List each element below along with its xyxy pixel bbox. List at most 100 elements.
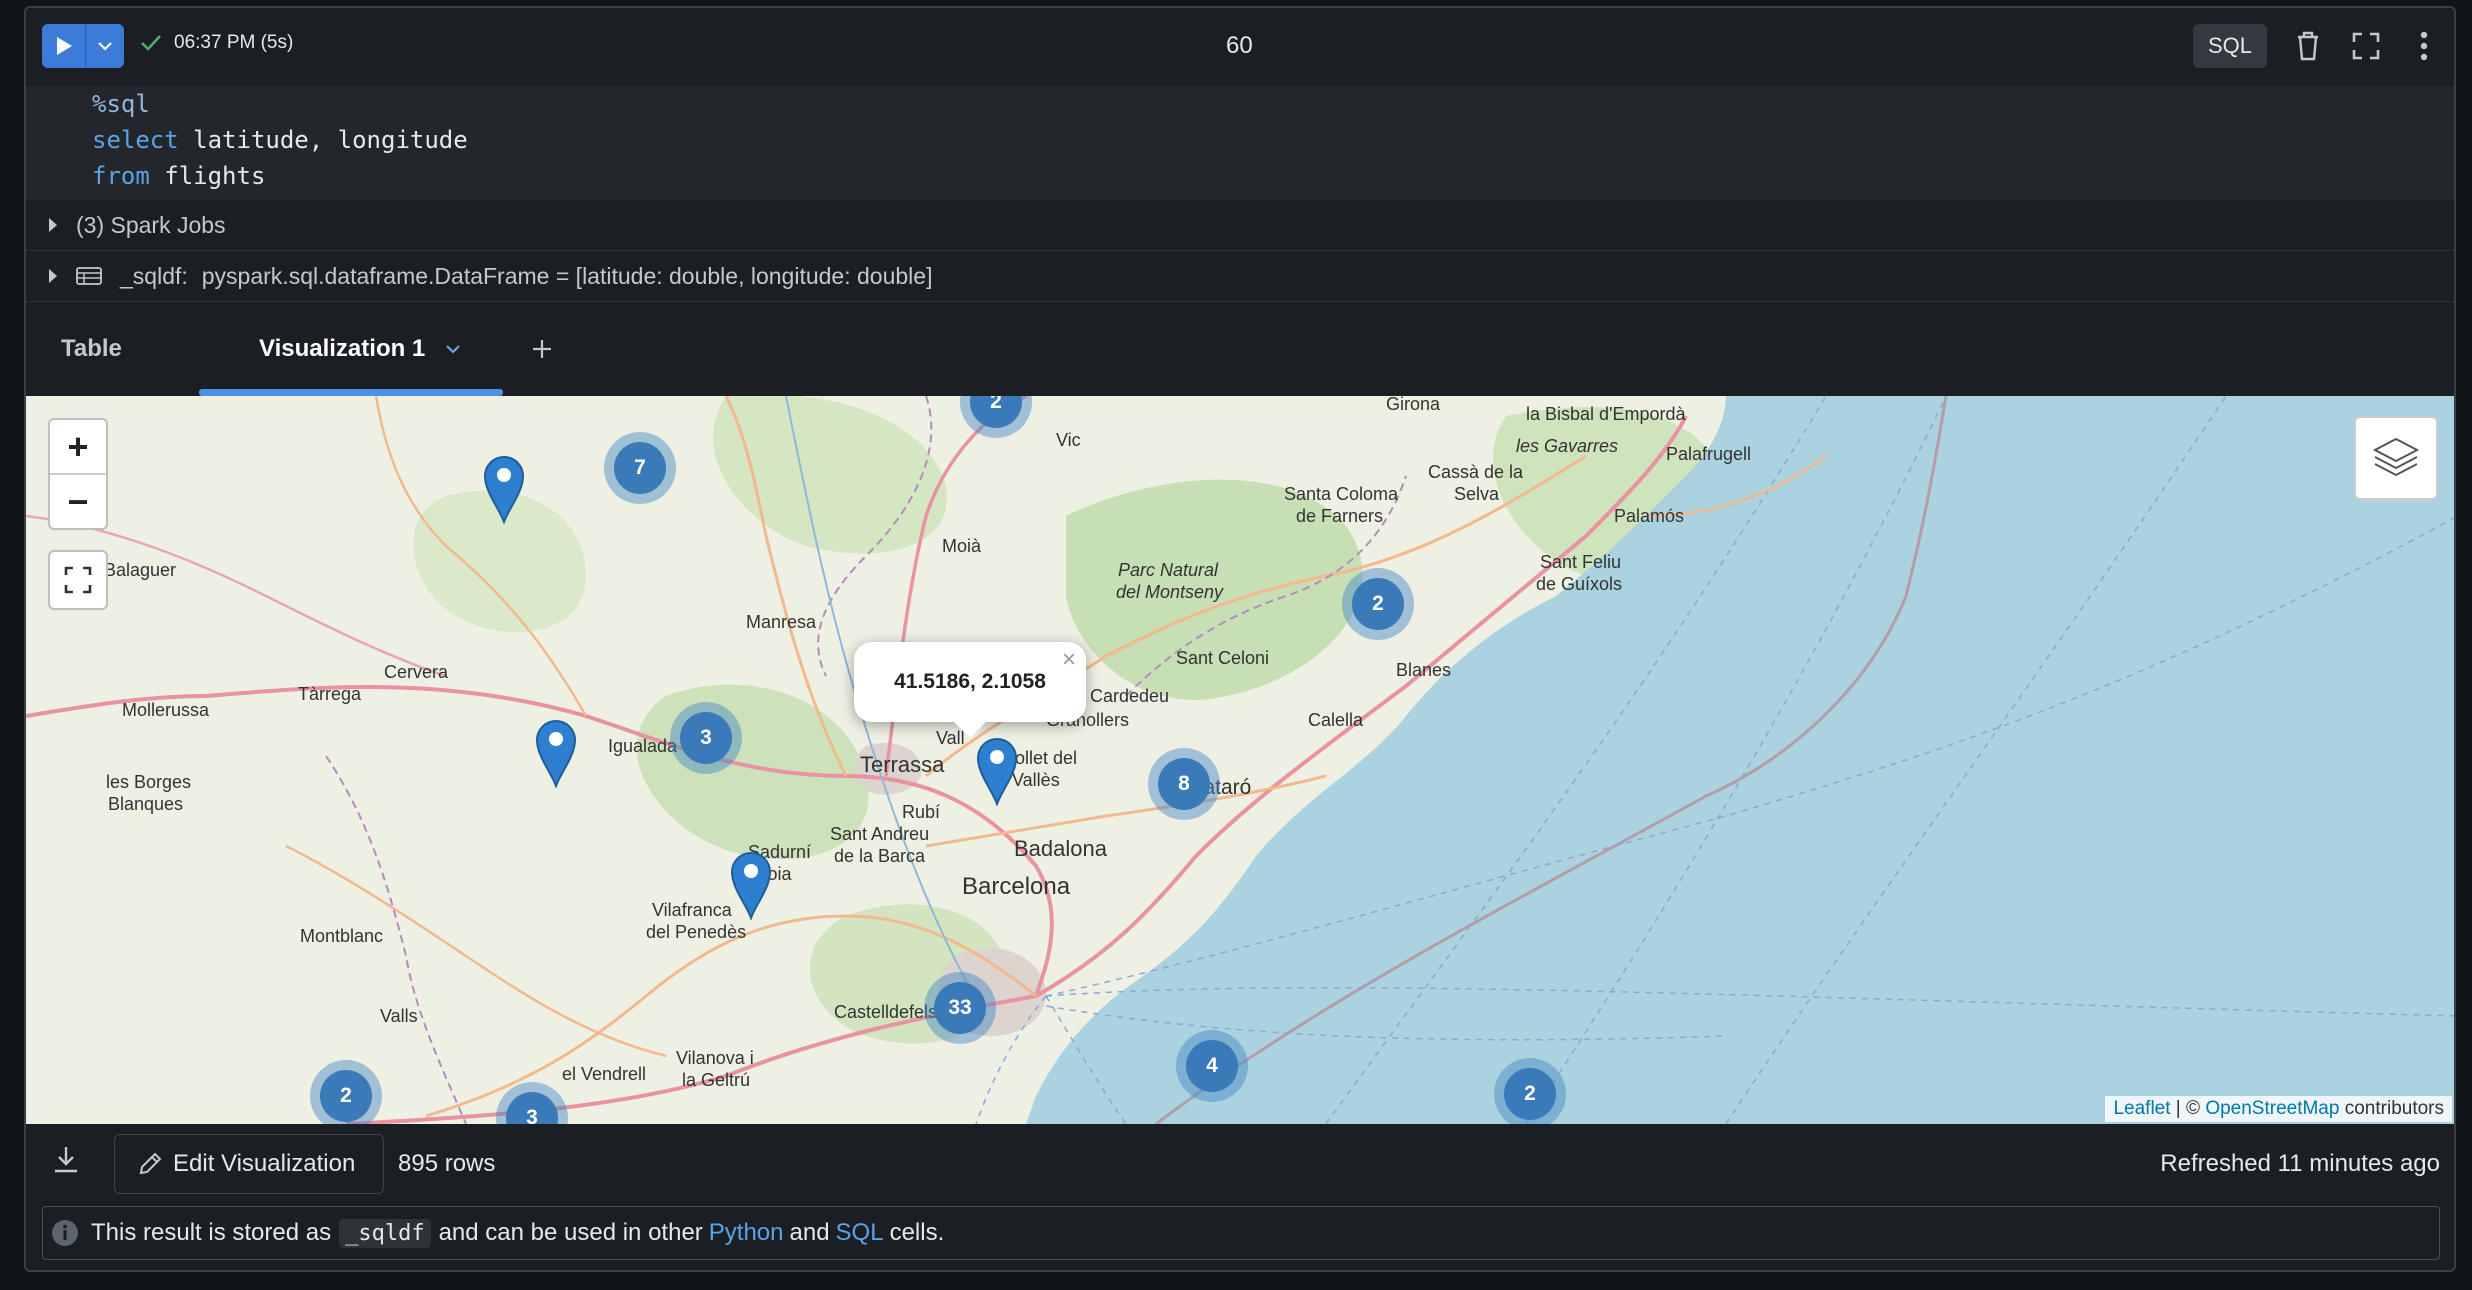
map-label: Vilanova i <box>676 1048 754 1068</box>
leaflet-link[interactable]: Leaflet <box>2113 1098 2170 1119</box>
table-icon <box>76 266 102 286</box>
close-icon[interactable]: × <box>1062 646 1076 674</box>
dataframe-schema-toggle[interactable]: _sqldf: pyspark.sql.dataframe.DataFrame … <box>26 251 2454 302</box>
map-label: la Bisbal d'Empordà <box>1526 404 1687 424</box>
marker-cluster[interactable]: 2 <box>1494 1058 1566 1124</box>
marker-cluster[interactable]: 33 <box>924 972 996 1044</box>
info-banner: This result is stored as _sqldf and can … <box>42 1206 2440 1260</box>
map-label: Santa Coloma <box>1284 484 1399 504</box>
marker-cluster[interactable]: 4 <box>1176 1030 1248 1102</box>
dataframe-schema: pyspark.sql.dataframe.DataFrame = [latit… <box>201 262 933 289</box>
info-icon <box>52 1220 78 1246</box>
marker-cluster[interactable]: 3 <box>670 702 742 774</box>
map-label: Vic <box>1056 430 1081 450</box>
play-icon[interactable] <box>42 24 87 68</box>
map-label: del Penedès <box>646 922 746 942</box>
edit-visualization-label: Edit Visualization <box>173 1150 356 1177</box>
map-pin-icon[interactable] <box>974 734 1020 806</box>
marker-cluster[interactable]: 2 <box>1342 568 1414 640</box>
status-time: 06:37 PM (5s) <box>174 32 294 53</box>
map-label: Palamós <box>1614 506 1684 526</box>
info-suffix: cells. <box>889 1219 945 1246</box>
plus-icon <box>533 340 551 358</box>
code-token: from <box>92 162 150 190</box>
map-tiles[interactable]: Girona Vic la Bisbal d'Empordà les Gavar… <box>26 396 2456 1124</box>
popup-tip <box>952 720 988 738</box>
language-badge[interactable]: SQL <box>2193 24 2267 68</box>
code-token: %sql <box>92 90 150 118</box>
zoom-control: + − <box>48 418 108 530</box>
tab-table[interactable]: Table <box>61 302 122 396</box>
map-fullscreen-button[interactable] <box>48 550 108 610</box>
add-visualization-button[interactable] <box>531 302 553 396</box>
spark-jobs-label: (3) Spark Jobs <box>76 211 226 238</box>
tab-visualization-1[interactable]: Visualization 1 <box>259 302 461 396</box>
refresh-status: Refreshed 11 minutes ago <box>2160 1150 2440 1177</box>
python-link[interactable]: Python <box>709 1219 784 1247</box>
code-token: latitude, longitude <box>178 126 468 154</box>
zoom-out-button[interactable]: − <box>50 475 106 528</box>
row-count: 895 rows <box>398 1150 496 1177</box>
map-label: Mollerussa <box>122 700 210 720</box>
marker-popup: 41.5186, 2.1058 × <box>854 642 1086 738</box>
map-label: Parc Natural <box>1118 560 1219 580</box>
cell-toolbar: 06:37 PM (5s) 60 SQL <box>26 8 2454 86</box>
chevron-down-icon[interactable] <box>445 344 461 354</box>
map-label: Sant Andreu <box>830 824 929 844</box>
map-label: Cassà de la <box>1428 462 1524 482</box>
marker-cluster[interactable]: 8 <box>1148 748 1220 820</box>
notebook-cell: 06:37 PM (5s) 60 SQL %sql select latitud… <box>24 6 2456 1272</box>
map-label: de Guíxols <box>1536 574 1622 594</box>
map-pin-icon[interactable] <box>481 452 527 524</box>
map-label: Girona <box>1386 396 1441 414</box>
info-middle: and can be used in other <box>438 1219 703 1246</box>
result-tabs: Table Visualization 1 <box>26 302 2454 396</box>
more-options-icon[interactable] <box>2404 26 2444 66</box>
caret-right-icon <box>48 268 64 284</box>
edit-visualization-button[interactable]: Edit Visualization <box>114 1134 384 1194</box>
map-label: les Gavarres <box>1516 436 1618 456</box>
code-line[interactable]: %sql <box>92 86 150 122</box>
map-label: Sant Celoni <box>1176 648 1269 668</box>
map-pin-icon[interactable] <box>728 848 774 920</box>
chevron-down-icon[interactable] <box>86 24 124 68</box>
sql-link[interactable]: SQL <box>836 1219 884 1247</box>
openstreetmap-link[interactable]: OpenStreetMap <box>2205 1098 2339 1119</box>
marker-cluster[interactable]: 7 <box>604 432 676 504</box>
dataframe-name: _sqldf: <box>120 262 188 289</box>
marker-cluster[interactable]: 2 <box>310 1060 382 1124</box>
cell-title[interactable]: 60 <box>1226 32 1253 60</box>
map-label: Badalona <box>1014 836 1108 861</box>
map-label: de la Barca <box>834 846 926 866</box>
download-icon[interactable] <box>52 1144 80 1179</box>
info-and: and <box>789 1219 830 1246</box>
map-visualization[interactable]: Girona Vic la Bisbal d'Empordà les Gavar… <box>26 396 2456 1124</box>
map-label: les Borges <box>106 772 191 792</box>
map-label: Palafrugell <box>1666 444 1751 464</box>
map-label: Calella <box>1308 710 1364 730</box>
map-label: Blanes <box>1396 660 1451 680</box>
fullscreen-icon[interactable] <box>2346 26 2386 66</box>
run-button[interactable] <box>42 24 124 68</box>
map-label: el Vendrell <box>562 1064 646 1084</box>
spark-jobs-toggle[interactable]: (3) Spark Jobs <box>26 200 2454 251</box>
zoom-in-button[interactable]: + <box>50 420 106 473</box>
info-variable: _sqldf <box>339 1218 431 1248</box>
trash-icon[interactable] <box>2288 26 2328 66</box>
map-label: Sant Feliu <box>1540 552 1621 572</box>
map-label: de Farners <box>1296 506 1383 526</box>
code-line[interactable]: select latitude, longitude <box>92 122 468 158</box>
popup-coordinates: 41.5186, 2.1058 <box>894 670 1046 693</box>
active-tab-indicator <box>199 389 503 396</box>
map-label: Vilafranca <box>652 900 733 920</box>
code-line[interactable]: from flights <box>92 158 265 194</box>
map-label: Terrassa <box>860 752 945 777</box>
attribution-suffix: contributors <box>2339 1098 2444 1119</box>
tab-table-label: Table <box>61 335 122 362</box>
map-pin-icon[interactable] <box>533 716 579 788</box>
layers-icon <box>2372 437 2420 477</box>
map-label: del Montseny <box>1116 582 1224 602</box>
layers-button[interactable] <box>2354 416 2438 500</box>
map-label: Manresa <box>746 612 817 632</box>
code-editor[interactable]: %sql select latitude, longitude from fli… <box>26 86 2454 200</box>
